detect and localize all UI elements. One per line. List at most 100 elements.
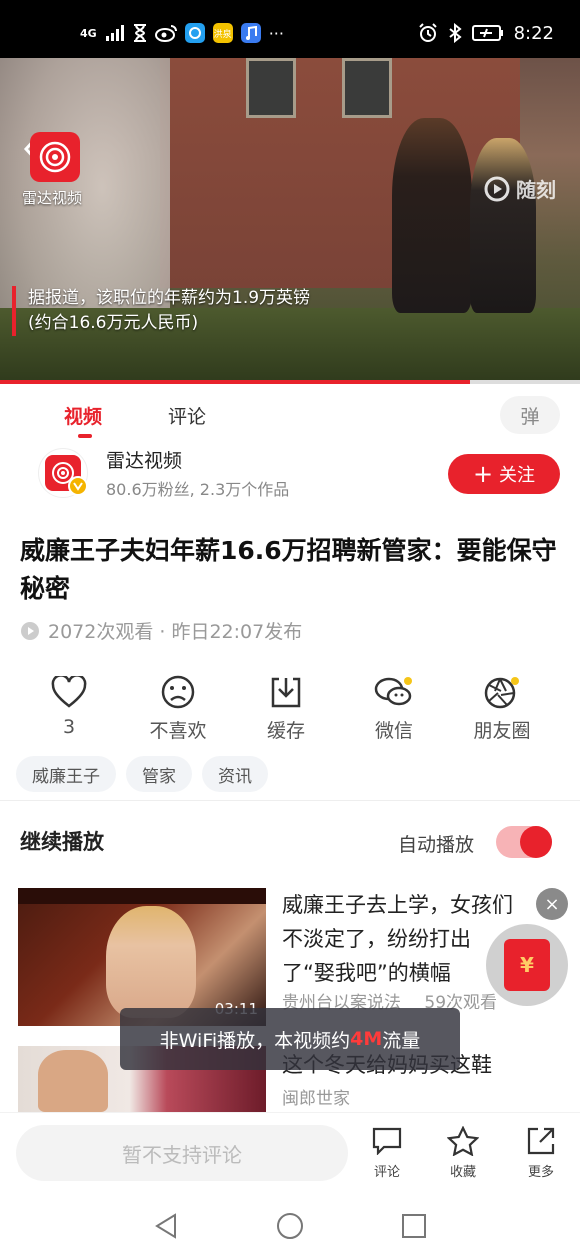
tag-chip[interactable]: 威廉王子 <box>16 756 116 792</box>
tag-list: 威廉王子 管家 资讯 <box>16 756 268 792</box>
brand-name: 雷达视频 <box>22 189 83 207</box>
autoplay-toggle[interactable] <box>496 826 552 858</box>
follow-label: 关注 <box>499 465 536 486</box>
author-name[interactable]: 雷达视频 <box>106 446 182 473</box>
caption-line-1: 据报道，该职位的年薪约为1.9万英镑 <box>28 288 311 308</box>
danmu-toggle-button[interactable]: 弹 <box>500 396 560 434</box>
recommendation-source: 闽郎世家 <box>282 1089 350 1109</box>
wechat-icon <box>344 672 444 712</box>
star-icon <box>438 1125 488 1157</box>
continue-heading: 继续播放 <box>20 830 104 854</box>
comment-label: 评论 <box>373 1165 400 1180</box>
download-button[interactable]: 缓存 <box>236 672 336 743</box>
hourglass-icon <box>133 22 147 44</box>
moments-label: 朋友圈 <box>473 720 531 742</box>
sad-face-icon <box>128 672 228 712</box>
video-player[interactable]: 雷达视频 随刻 据报道，该职位的年薪约为1.9万英镑 (约合16.6万元人民币) <box>0 58 580 383</box>
status-left: 4G 洪泉 ··· <box>80 22 284 44</box>
music-app-icon <box>240 23 261 43</box>
video-stats: 2072次观看 · 昨日22:07发布 <box>20 617 302 644</box>
toggle-knob <box>520 826 552 858</box>
watermark-text: 随刻 <box>516 178 556 202</box>
alarm-icon <box>418 22 438 44</box>
wechat-label: 微信 <box>374 720 413 742</box>
more-button[interactable]: 更多 <box>516 1125 566 1180</box>
video-scene-window <box>246 58 296 118</box>
section-divider <box>0 800 580 801</box>
circle-home-icon <box>277 1213 303 1239</box>
share-icon <box>516 1125 566 1157</box>
close-icon: × <box>544 893 560 915</box>
wechat-share-button[interactable]: 微信 <box>344 672 444 743</box>
plus-icon: + <box>472 460 494 488</box>
moments-share-button[interactable]: 朋友圈 <box>452 672 552 743</box>
autoplay-label: 自动播放 <box>398 834 475 856</box>
play-count-icon <box>21 621 39 640</box>
more-notifications: ··· <box>268 23 284 43</box>
toast-prefix: 非WiFi播放，本视频约 <box>159 1029 351 1052</box>
tab-video[interactable]: 视频 <box>64 402 102 429</box>
video-title: 威廉王子夫妇年薪16.6万招聘新管家：要能保守秘密 <box>20 536 557 603</box>
toast-highlight: 4M <box>350 1028 383 1050</box>
action-bar: 3 不喜欢 缓存 微信 朋友圈 <box>0 672 580 752</box>
tab-active-indicator <box>78 434 92 438</box>
tab-comments[interactable]: 评论 <box>168 402 206 429</box>
system-nav-bar <box>0 1194 580 1257</box>
video-scene-person <box>392 118 472 313</box>
heart-icon <box>19 672 119 712</box>
download-label: 缓存 <box>266 720 305 742</box>
video-progress-fill <box>0 380 470 384</box>
video-scene-window <box>342 58 392 118</box>
nav-back-button[interactable] <box>148 1208 184 1244</box>
status-bar: 4G 洪泉 ··· 8:22 <box>0 0 580 58</box>
packet-symbol: ¥ <box>520 953 534 977</box>
recommendation-thumbnail[interactable]: 03:11 <box>18 888 266 1026</box>
signal-icon <box>105 22 125 44</box>
comment-button[interactable]: 评论 <box>362 1125 412 1180</box>
download-icon <box>236 672 336 712</box>
data-usage-toast: 非WiFi播放，本视频约 4M 流量 <box>120 1008 460 1070</box>
network-label: 4G <box>80 26 97 40</box>
author-meta: 80.6万粉丝, 2.3万个作品 <box>106 480 290 499</box>
like-count: 3 <box>62 716 76 738</box>
recommendation-title[interactable]: 威廉王子去上学，女孩们不淡定了，纷纷打出了“娶我吧”的横幅 <box>282 888 522 990</box>
red-packet-float-button[interactable]: ¥ <box>486 924 568 1006</box>
nav-recents-button[interactable] <box>396 1208 432 1244</box>
browser-app-icon <box>184 23 205 43</box>
triangle-back-icon <box>155 1213 176 1239</box>
bottom-action-bar: 暂不支持评论 评论 收藏 更多 <box>0 1112 580 1194</box>
weibo-icon <box>154 22 177 44</box>
video-progress-bar[interactable] <box>0 380 580 384</box>
content-tabs: 视频 评论 弹 <box>0 390 580 442</box>
dislike-label: 不喜欢 <box>149 720 207 742</box>
comment-icon <box>362 1125 412 1157</box>
square-recents-icon <box>402 1214 426 1238</box>
close-float-button[interactable]: × <box>536 888 568 920</box>
comment-input[interactable]: 暂不支持评论 <box>16 1125 348 1181</box>
play-circle-icon <box>484 176 510 201</box>
thumb-face <box>38 1050 108 1112</box>
status-right: 8:22 <box>418 22 554 44</box>
thumb-top-band <box>18 888 266 904</box>
camera-aperture-icon <box>452 672 552 712</box>
battery-icon <box>471 22 504 44</box>
follow-button[interactable]: + 关注 <box>448 454 560 494</box>
like-button[interactable]: 3 <box>19 672 119 738</box>
favorite-button[interactable]: 收藏 <box>438 1125 488 1180</box>
favorite-label: 收藏 <box>449 1165 476 1180</box>
caption-line-2: (约合16.6万元人民币) <box>28 313 199 333</box>
bluetooth-icon <box>448 22 462 44</box>
watermark: 随刻 <box>484 174 556 203</box>
video-caption: 据报道，该职位的年薪约为1.9万英镑 (约合16.6万元人民币) <box>12 286 310 336</box>
verified-badge-icon <box>68 476 88 496</box>
tag-chip[interactable]: 资讯 <box>202 756 268 792</box>
clock: 8:22 <box>513 22 554 44</box>
more-label: 更多 <box>527 1165 554 1180</box>
author-row: 雷达视频 80.6万粉丝, 2.3万个作品 + 关注 <box>0 442 580 508</box>
tag-chip[interactable]: 管家 <box>126 756 192 792</box>
nav-home-button[interactable] <box>272 1208 308 1244</box>
danmu-label: 弹 <box>520 405 540 428</box>
dislike-button[interactable]: 不喜欢 <box>128 672 228 743</box>
news-app-icon: 洪泉 <box>212 23 233 43</box>
video-scene-person <box>470 138 536 313</box>
